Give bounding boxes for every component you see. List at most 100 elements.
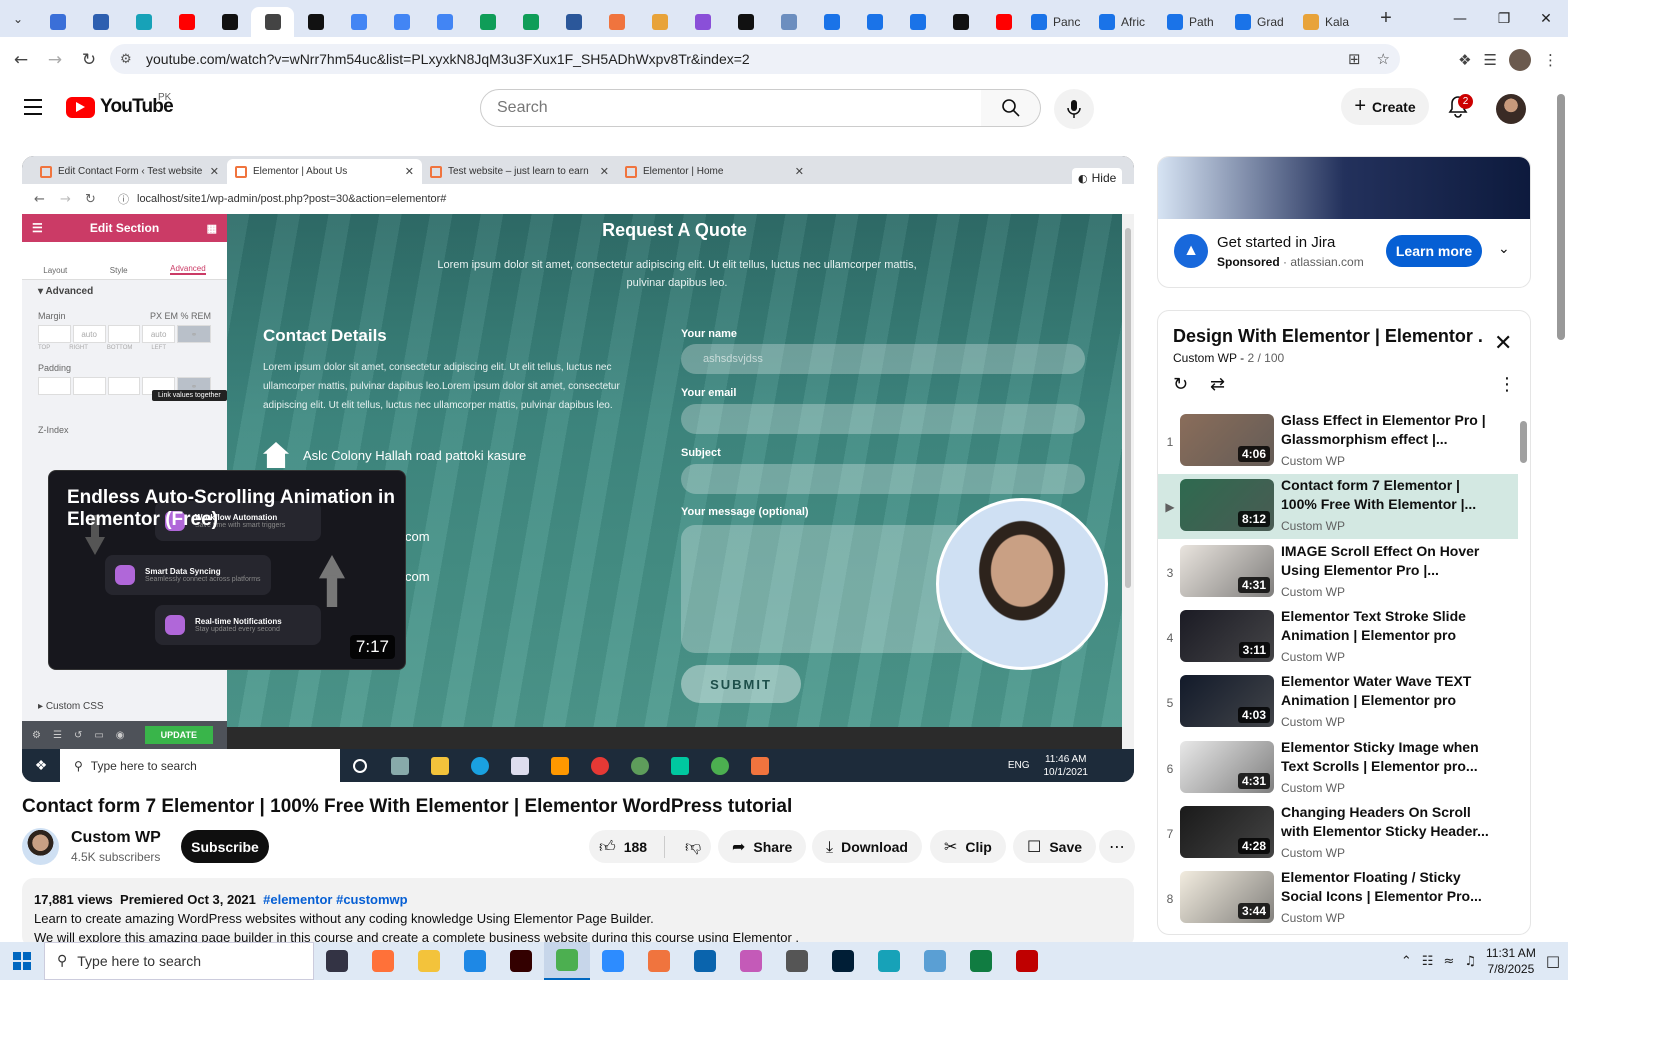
clip-button[interactable]: ✂ Clip <box>930 830 1006 863</box>
chrome-icon[interactable] <box>544 942 590 980</box>
outlook-icon[interactable] <box>682 942 728 980</box>
media-controls-icon[interactable]: ☰ <box>1484 51 1497 69</box>
site-info-icon[interactable]: ⚙ <box>120 52 132 67</box>
page-scrollbar[interactable] <box>1554 82 1568 942</box>
zoom-icon[interactable] <box>590 942 636 980</box>
browser-tab[interactable] <box>380 7 423 37</box>
browser-tab[interactable] <box>853 7 896 37</box>
channel-name[interactable]: Custom WP <box>71 829 161 847</box>
browser-tab[interactable] <box>638 7 681 37</box>
playlist-scrollbar[interactable] <box>1519 409 1527 929</box>
loop-icon[interactable]: ↻ <box>1173 374 1188 395</box>
browser-tab[interactable] <box>36 7 79 37</box>
browser-tab[interactable] <box>423 7 466 37</box>
playlist-item[interactable]: 6 4:31 Elementor Sticky Image when Text Sc… <box>1158 736 1518 801</box>
tray-network-icon[interactable]: ☷ <box>1422 954 1434 969</box>
pen-icon[interactable] <box>774 942 820 980</box>
browser-tab[interactable] <box>208 7 251 37</box>
browser-tab[interactable] <box>939 7 982 37</box>
more-menu-icon[interactable]: ⋮ <box>1543 51 1558 69</box>
browser-tab[interactable] <box>724 7 767 37</box>
browser-tab[interactable] <box>294 7 337 37</box>
subscribe-button[interactable]: Subscribe <box>181 830 269 863</box>
profile-avatar[interactable] <box>1509 48 1531 71</box>
browser-tab[interactable] <box>681 7 724 37</box>
browser-tab[interactable] <box>122 7 165 37</box>
browser-tab[interactable] <box>595 7 638 37</box>
more-actions-button[interactable]: ⋯ <box>1099 830 1135 863</box>
playlist-item[interactable]: 3 4:31 IMAGE Scroll Effect On Hover Using … <box>1158 540 1518 605</box>
filezilla-icon[interactable] <box>1004 942 1050 980</box>
playlist-item[interactable]: 1 4:06 Glass Effect in Elementor Pro | Gla… <box>1158 409 1518 474</box>
account-avatar[interactable] <box>1496 94 1526 124</box>
tray-wifi-icon[interactable]: ≈ <box>1443 954 1454 969</box>
photoshop-icon[interactable] <box>820 942 866 980</box>
shuffle-icon[interactable]: ⇄ <box>1210 374 1225 395</box>
back-arrow-icon[interactable]: ← <box>4 43 38 77</box>
dislike-button[interactable]: 👎︎ <box>673 837 701 857</box>
voice-search-button[interactable] <box>1054 89 1094 129</box>
save-button[interactable]: ☐ Save <box>1013 830 1097 863</box>
notification-center-icon[interactable]: □ <box>1546 952 1560 970</box>
browser-tab[interactable] <box>466 7 509 37</box>
like-button[interactable]: 👍︎ 188 <box>589 835 665 858</box>
elementor-icon[interactable] <box>636 942 682 980</box>
description-box[interactable]: 17,881 views Premiered Oct 3, 2021 #elem… <box>22 878 1134 948</box>
browser-tab[interactable] <box>251 6 294 37</box>
hashtags[interactable]: #elementor #customwp <box>263 892 408 907</box>
playlist-item[interactable]: 8 3:44 Elementor Floating / Sticky Social … <box>1158 866 1518 931</box>
restore-icon[interactable]: ❐ <box>1482 0 1526 37</box>
playlist-more-icon[interactable]: ⋮ <box>1498 374 1516 395</box>
paint-icon[interactable] <box>728 942 774 980</box>
browser-tab[interactable] <box>509 7 552 37</box>
file-explorer-icon[interactable] <box>406 942 452 980</box>
browser-tab[interactable]: Grad <box>1229 7 1297 37</box>
browser-tab[interactable] <box>896 7 939 37</box>
task-view-icon[interactable] <box>314 942 360 980</box>
browser-tab[interactable] <box>79 7 122 37</box>
menu-hamburger-icon[interactable] <box>24 99 42 120</box>
notepad-icon[interactable] <box>912 942 958 980</box>
playlist-item[interactable]: ▶ 8:12 Contact form 7 Elementor | 100% Fre… <box>1158 474 1518 540</box>
forward-arrow-icon[interactable]: → <box>38 43 72 77</box>
reload-icon[interactable]: ↻ <box>72 43 106 77</box>
sponsored-ad[interactable]: ▲ Get started in Jira Sponsored · atlass… <box>1157 156 1531 288</box>
diamond-icon[interactable] <box>866 942 912 980</box>
playlist-item[interactable]: 7 4:28 Changing Headers On Scroll with Ele… <box>1158 801 1518 866</box>
tray-chevron-icon[interactable]: ⌃ <box>1401 954 1412 969</box>
bookmark-star-icon[interactable]: ☆ <box>1377 50 1390 68</box>
ad-expand-chevron-icon[interactable]: ⌄ <box>1498 241 1510 257</box>
browser-tab[interactable]: Path <box>1161 7 1229 37</box>
browser-tab[interactable]: Panc <box>1025 7 1093 37</box>
download-button[interactable]: ⤓ Download <box>812 830 922 863</box>
tray-clock[interactable]: 11:31 AM 7/8/2025 <box>1486 945 1536 977</box>
search-input[interactable]: Search <box>480 89 982 127</box>
video-hover-preview[interactable]: Endless Auto-Scrolling Animation in Elem… <box>48 470 406 670</box>
browser-tab[interactable]: Kala <box>1297 7 1365 37</box>
extensions-puzzle-icon[interactable]: ❖ <box>1458 51 1471 69</box>
tab-search-chevron-icon[interactable]: ⌄ <box>0 0 36 37</box>
channel-avatar[interactable] <box>22 828 59 865</box>
install-app-icon[interactable]: ⊞ <box>1348 50 1361 68</box>
browser-tab[interactable] <box>982 7 1025 37</box>
playlist-item[interactable]: 5 4:03 Elementor Water Wave TEXT Animation… <box>1158 670 1518 735</box>
playlist-channel[interactable]: Custom WP <box>1173 351 1237 365</box>
browser-tab[interactable] <box>767 7 810 37</box>
address-bar[interactable]: ⚙ youtube.com/watch?v=wNrr7hm54uc&list=P… <box>110 44 1400 74</box>
minimize-icon[interactable]: — <box>1438 0 1482 37</box>
browser-tab[interactable] <box>337 7 380 37</box>
create-button[interactable]: + Create <box>1341 88 1429 125</box>
playlist-item[interactable]: 4 3:11 Elementor Text Stroke Slide Animati… <box>1158 605 1518 670</box>
browser-tab[interactable] <box>552 7 595 37</box>
youtube-logo[interactable]: YouTube PK <box>66 92 174 118</box>
close-playlist-icon[interactable]: ✕ <box>1494 331 1512 356</box>
windows-start-button[interactable] <box>0 942 44 980</box>
browser-tab[interactable] <box>165 7 208 37</box>
share-button[interactable]: ➦ Share <box>718 830 807 863</box>
taskbar-search-box[interactable]: ⚲ Type here to search <box>44 942 314 980</box>
browser-tab[interactable] <box>810 7 853 37</box>
browser-tab[interactable]: Afric <box>1093 7 1161 37</box>
search-button[interactable] <box>981 89 1041 127</box>
excel-icon[interactable] <box>958 942 1004 980</box>
firefox-icon[interactable] <box>360 942 406 980</box>
